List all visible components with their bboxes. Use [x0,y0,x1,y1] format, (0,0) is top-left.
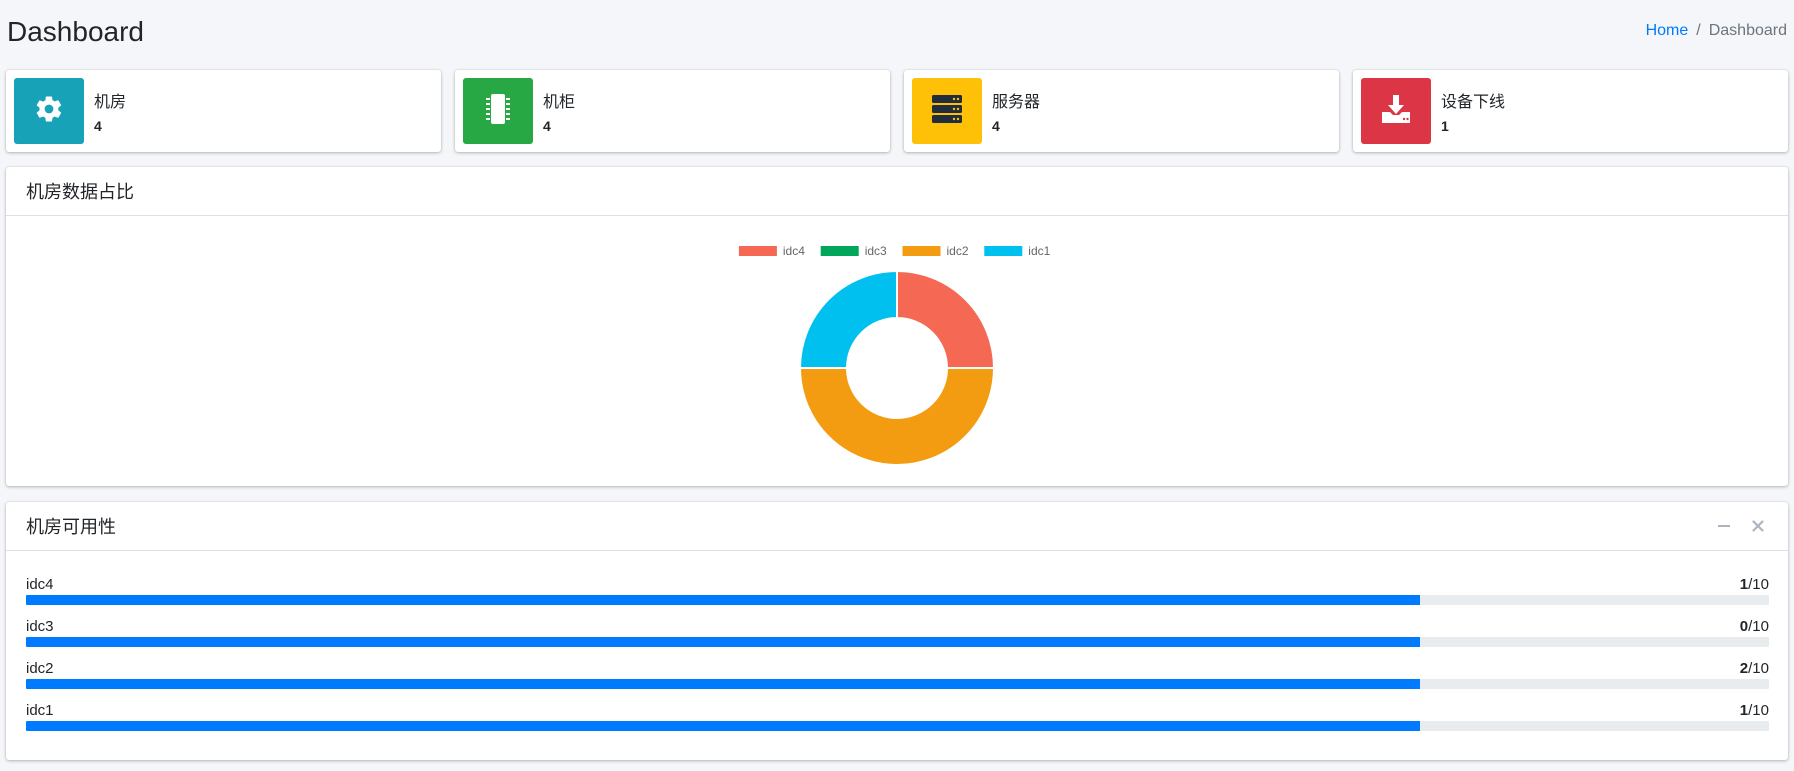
download-icon [1380,93,1412,130]
donut-chart: idc4 idc3 idc2 idc1 [738,244,1051,466]
info-content: 机柜 4 [543,88,575,134]
progress-count-total: /10 [1748,701,1769,719]
info-box-row: 机房 4 机柜 4 服务器 4 设备下线 1 [6,70,1788,152]
legend-item[interactable]: idc4 [738,244,805,258]
progress-track [26,637,1769,647]
info-icon-box-cabinets [463,78,533,144]
progress-head: idc1 1/10 [26,701,1769,719]
chip-icon [483,92,513,131]
progress-track [26,721,1769,731]
progress-bar [26,721,1421,731]
progress-count-value: 1 [1739,575,1749,593]
minus-icon [1718,525,1730,527]
progress-count-value: 2 [1739,659,1749,677]
availability-list: idc4 1/10 idc3 0/10 idc2 2/10 idc1 1/10 [6,551,1788,731]
progress-track [26,679,1769,689]
legend-item[interactable]: idc3 [820,244,887,258]
info-box-label: 设备下线 [1441,94,1506,111]
progress-track [26,595,1769,605]
progress-group: idc2 2/10 [26,659,1769,689]
progress-group: idc1 1/10 [26,701,1769,731]
donut-slice-idc4[interactable] [896,269,996,369]
legend-swatch [738,246,777,256]
info-box-number: 4 [94,118,102,134]
progress-group: idc4 1/10 [26,575,1769,605]
info-box-label: 机房 [94,94,127,111]
info-content: 设备下线 1 [1441,88,1505,134]
progress-head: idc4 1/10 [26,575,1769,593]
legend-label: idc2 [947,244,969,258]
progress-label: idc1 [26,701,54,719]
info-content: 服务器 4 [992,88,1040,134]
room-share-card: 机房数据占比 idc4 idc3 idc2 idc1 [6,167,1788,486]
chart-body: idc4 idc3 idc2 idc1 [6,216,1788,486]
progress-bar [26,637,1421,647]
progress-count-total: /10 [1748,617,1769,635]
progress-label: idc4 [26,575,54,593]
progress-count-total: /10 [1748,575,1769,593]
info-box-offline: 设备下线 1 [1353,70,1788,152]
progress-head: idc2 2/10 [26,659,1769,677]
info-box-rooms: 机房 4 [6,70,441,152]
donut-slice-idc2[interactable] [798,367,996,466]
close-icon [1752,520,1764,532]
card-title: 机房可用性 [26,517,116,537]
info-box-label: 服务器 [992,94,1041,111]
legend-swatch [820,246,859,256]
legend-swatch [902,246,941,256]
room-availability-card: 机房可用性 idc4 1/10 idc3 0/10 idc2 2/10 idc1… [6,502,1788,760]
progress-count-total: /10 [1748,659,1769,677]
progress-count: 1/10 [1740,702,1769,719]
breadcrumb-separator: / [1696,22,1701,39]
card-header: 机房可用性 [6,502,1788,551]
close-button[interactable] [1748,516,1768,536]
legend-label: idc1 [1028,244,1050,258]
page-header: Dashboard Home / Dashboard [7,0,1787,62]
progress-count-value: 0 [1739,617,1749,635]
progress-count: 1/10 [1740,576,1769,593]
info-box-number: 4 [992,118,1000,134]
gear-icon [34,94,64,129]
info-icon-box-offline [1361,78,1431,144]
progress-count: 2/10 [1740,660,1769,677]
legend-label: idc3 [865,244,887,258]
legend-label: idc4 [783,244,805,258]
progress-group: idc3 0/10 [26,617,1769,647]
info-icon-box-rooms [14,78,84,144]
progress-bar [26,679,1421,689]
breadcrumb-current: Dashboard [1708,22,1787,39]
info-box-cabinets: 机柜 4 [455,70,890,152]
info-box-number: 4 [543,118,551,134]
breadcrumb: Home / Dashboard [1646,22,1787,40]
info-icon-box-servers [912,78,982,144]
legend-item[interactable]: idc2 [902,244,969,258]
page-title: Dashboard [7,16,144,47]
progress-head: idc3 0/10 [26,617,1769,635]
info-content: 机房 4 [94,88,126,134]
legend-item[interactable]: idc1 [984,244,1051,258]
progress-label: idc3 [26,617,54,635]
donut-slice-idc1[interactable] [798,269,898,369]
progress-bar [26,595,1421,605]
card-tools [1714,516,1768,536]
progress-count: 0/10 [1740,618,1769,635]
info-box-servers: 服务器 4 [904,70,1339,152]
card-header: 机房数据占比 [6,167,1788,216]
info-box-number: 1 [1441,118,1449,134]
info-box-label: 机柜 [543,94,576,111]
progress-label: idc2 [26,659,54,677]
minimize-button[interactable] [1714,516,1734,536]
server-icon [931,94,963,129]
legend-swatch [984,246,1023,256]
progress-count-value: 1 [1739,701,1749,719]
breadcrumb-home-link[interactable]: Home [1646,22,1689,40]
card-title: 机房数据占比 [26,182,134,202]
